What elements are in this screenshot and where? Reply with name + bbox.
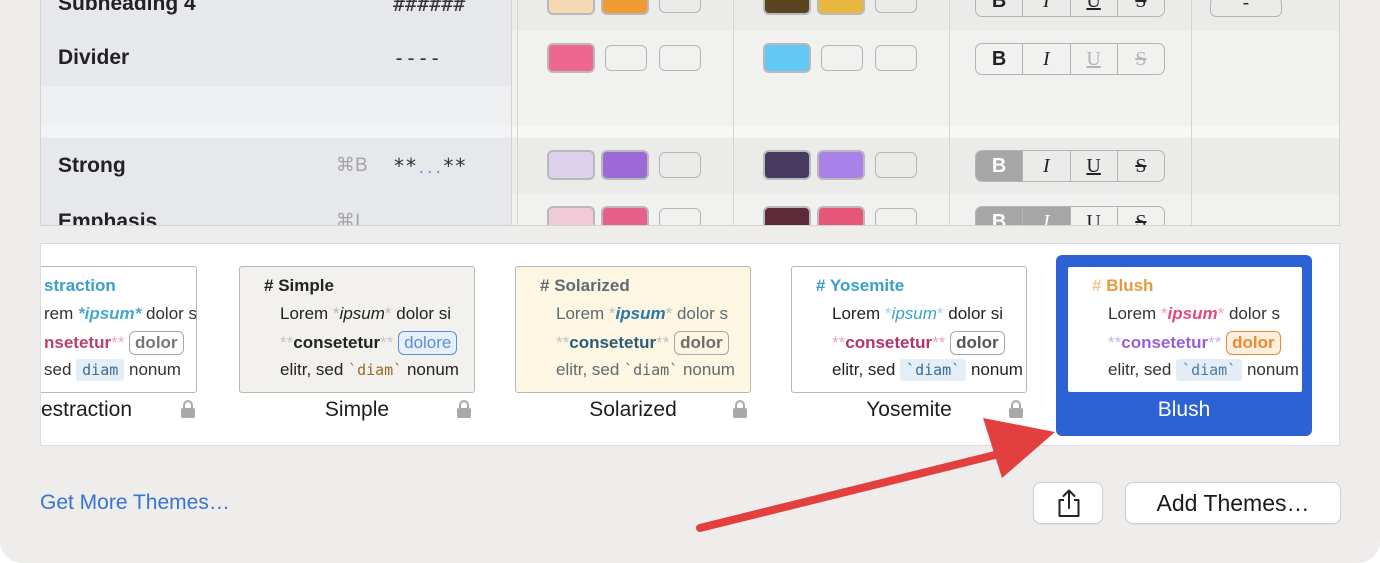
theme-preview-blush[interactable]: # Blush Lorem *ipsum* dolor s **consetet… <box>1067 266 1303 393</box>
bold-toggle[interactable]: B <box>976 0 1024 16</box>
bold-toggle[interactable]: B <box>976 207 1024 225</box>
format-toggle-group: B I U S <box>975 150 1165 182</box>
style-name: Divider <box>58 46 130 69</box>
lock-icon <box>457 400 471 418</box>
style-name: Subheading 4 <box>58 0 196 15</box>
style-name: Strong <box>58 154 126 177</box>
table-row[interactable]: Emphasis ⌘I B I U S <box>41 194 1339 226</box>
strikethrough-toggle[interactable]: S <box>1118 0 1164 16</box>
share-icon <box>1058 489 1080 517</box>
share-button[interactable] <box>1033 482 1103 524</box>
empty-color-swatch[interactable] <box>875 152 917 178</box>
style-syntax: **...** <box>393 154 467 178</box>
italic-toggle[interactable]: I <box>1023 44 1071 74</box>
format-toggle-group: B I U S <box>975 206 1165 226</box>
style-name: Emphasis <box>58 210 158 226</box>
empty-color-swatch[interactable] <box>875 45 917 71</box>
empty-color-swatch[interactable] <box>605 45 647 71</box>
italic-toggle[interactable]: I <box>1023 151 1071 181</box>
light-color-swatch[interactable] <box>601 0 649 15</box>
italic-toggle[interactable]: I <box>1023 0 1071 16</box>
light-color-swatch[interactable] <box>601 206 649 225</box>
dark-color-swatch[interactable] <box>817 150 865 180</box>
style-shortcut: ⌘I <box>336 211 361 226</box>
dark-color-swatch[interactable] <box>763 206 811 225</box>
style-syntax: ###### <box>393 0 466 16</box>
underline-toggle[interactable]: U <box>1071 44 1118 74</box>
empty-color-swatch[interactable] <box>659 0 701 13</box>
table-row <box>41 86 1339 126</box>
light-color-swatch[interactable] <box>547 206 595 225</box>
table-row[interactable]: Strong ⌘B **...** B I U S <box>41 138 1339 194</box>
empty-color-swatch[interactable] <box>659 152 701 178</box>
theme-picker: straction rem *ipsum* dolor si nsetetur*… <box>40 243 1340 446</box>
format-toggle-group: B I U S <box>975 43 1165 75</box>
lock-icon <box>733 400 747 418</box>
lock-icon <box>181 400 195 418</box>
remove-button[interactable]: - <box>1210 0 1282 17</box>
table-row[interactable]: Subheading 4 ###### B I U S - <box>41 0 1339 31</box>
get-more-themes-link[interactable]: Get More Themes… <box>40 491 230 515</box>
theme-label: Blush <box>1157 398 1211 421</box>
bold-toggle[interactable]: B <box>976 44 1024 74</box>
underline-toggle[interactable]: U <box>1071 207 1118 225</box>
underline-toggle[interactable]: U <box>1071 151 1118 181</box>
theme-preview-solarized[interactable]: # Solarized Lorem *ipsum* dolor s **cons… <box>515 266 751 393</box>
style-syntax: ---- <box>393 46 442 70</box>
empty-color-swatch[interactable] <box>875 0 917 13</box>
table-row[interactable]: Divider ---- B I U S <box>41 31 1339 86</box>
strikethrough-toggle[interactable]: S <box>1118 207 1164 226</box>
empty-color-swatch[interactable] <box>875 208 917 225</box>
dark-color-swatch[interactable] <box>817 206 865 225</box>
theme-label: Yosemite <box>866 398 952 421</box>
theme-label: Simple <box>324 398 390 421</box>
dark-color-swatch[interactable] <box>817 0 865 15</box>
italic-toggle[interactable]: I <box>1023 207 1071 225</box>
dark-color-swatch[interactable] <box>763 43 811 73</box>
light-color-swatch[interactable] <box>547 43 595 73</box>
light-color-swatch[interactable] <box>547 150 595 180</box>
lock-icon <box>1009 400 1023 418</box>
section-separator <box>41 126 1339 138</box>
style-table: Subheading 4 ###### B I U S - Divider --… <box>40 0 1340 226</box>
theme-preview-yosemite[interactable]: # Yosemite Lorem *ipsum* dolor si **cons… <box>791 266 1027 393</box>
empty-color-swatch[interactable] <box>821 45 863 71</box>
dark-color-swatch[interactable] <box>763 0 811 15</box>
themes-window: Subheading 4 ###### B I U S - Divider --… <box>0 0 1380 563</box>
style-shortcut: ⌘B <box>336 155 368 176</box>
dark-color-swatch[interactable] <box>763 150 811 180</box>
empty-color-swatch[interactable] <box>659 45 701 71</box>
strikethrough-toggle[interactable]: S <box>1118 151 1164 181</box>
bold-toggle[interactable]: B <box>976 151 1024 181</box>
format-toggle-group: B I U S <box>975 0 1165 17</box>
theme-label: Solarized <box>589 398 677 421</box>
light-color-swatch[interactable] <box>601 150 649 180</box>
empty-color-swatch[interactable] <box>659 208 701 225</box>
theme-label: estraction <box>41 398 133 421</box>
theme-preview-simple[interactable]: # Simple Lorem *ipsum* dolor si **conset… <box>239 266 475 393</box>
strikethrough-toggle[interactable]: S <box>1118 44 1164 74</box>
light-color-swatch[interactable] <box>547 0 595 15</box>
theme-preview-abstraction[interactable]: straction rem *ipsum* dolor si nsetetur*… <box>41 266 197 393</box>
underline-toggle[interactable]: U <box>1071 0 1118 16</box>
add-themes-button[interactable]: Add Themes… <box>1125 482 1341 524</box>
